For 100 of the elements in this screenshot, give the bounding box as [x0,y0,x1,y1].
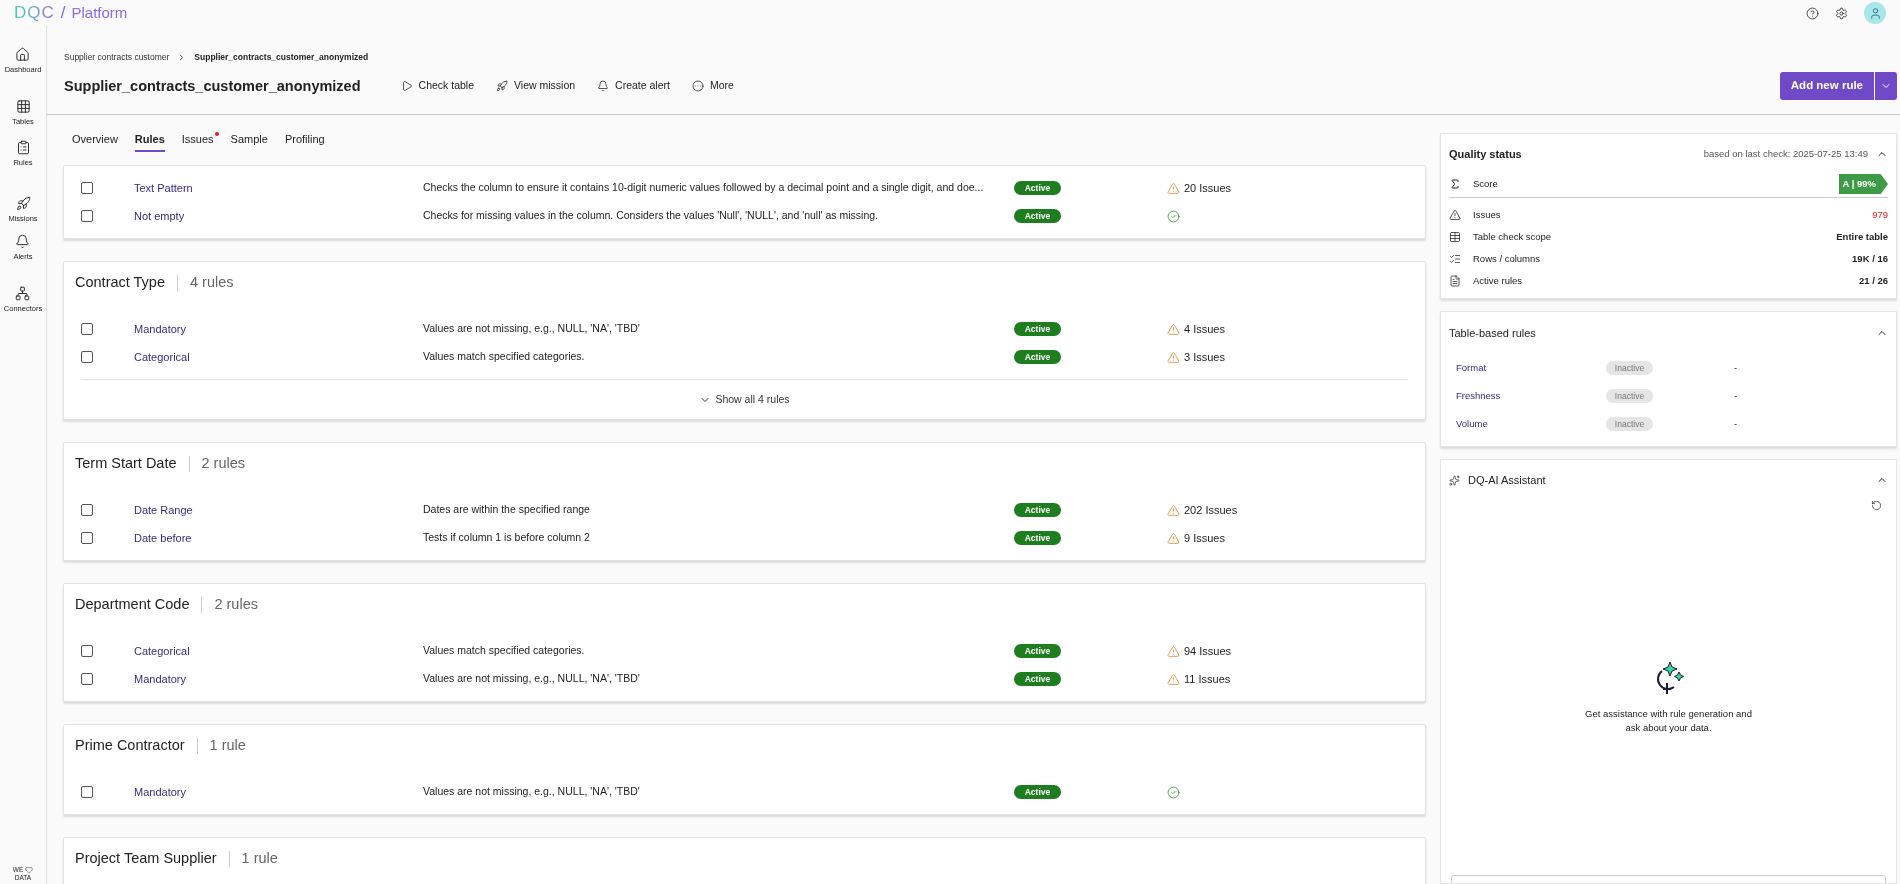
rule-description: Tests if column 1 is before column 2 [423,530,591,546]
rule-description: Values are not missing, e.g., NULL, 'NA', 'TBD' [423,321,641,337]
tab[interactable]: Overview [72,130,118,152]
rule-count: 1 rule [209,735,246,755]
section-title: Quality status [1449,146,1522,162]
checkbox[interactable] [81,673,93,685]
grid-icon [15,99,31,115]
section-title: DQ-AI Assistant [1468,472,1546,488]
status-badge: Inactive [1606,360,1653,376]
warning-icon [1167,181,1180,195]
help-icon[interactable] [1806,6,1819,20]
breadcrumb-current: Supplier_contracts_customer_anonymized [194,50,369,64]
check-circle-icon [1167,209,1180,223]
section-title: Table-based rules [1449,325,1536,341]
breadcrumb-link[interactable]: Supplier contracts customer [64,50,170,64]
warning-icon [1449,209,1461,221]
checkbox[interactable] [81,532,93,544]
rule-description: Values are not missing, e.g., NULL, 'NA', 'TBD' [423,671,641,687]
settings-icon[interactable] [1835,6,1848,20]
checkbox[interactable] [81,786,93,798]
issues-count: 4 Issues [1184,321,1225,337]
checkbox[interactable] [81,645,93,657]
rule-count: 2 rules [201,453,246,473]
toolbar-button[interactable]: More [691,78,734,94]
warning-icon [1167,350,1180,364]
rule-count: 1 rule [241,848,278,868]
status-badge: Inactive [1606,388,1653,404]
group-title: Project Team Supplier [75,848,217,868]
rocket-icon [15,195,31,211]
warning-icon [1167,672,1180,686]
rule-name-link[interactable]: Text Pattern [134,179,423,197]
warning-icon [1167,322,1180,336]
rule-name-link[interactable]: Volume [1456,416,1606,432]
rule-name-link[interactable]: Categorical [134,348,423,366]
rule-name-link[interactable]: Not empty [134,207,423,225]
avatar[interactable] [1864,2,1886,24]
rule-name-link[interactable]: Format [1456,360,1606,376]
checkbox[interactable] [81,504,93,516]
add-rule-button[interactable]: Add new rule [1779,72,1875,100]
status-badge: Active [1014,208,1061,224]
status-badge: Active [1014,180,1061,196]
checkbox[interactable] [81,351,93,363]
toolbar-button[interactable]: Check table [400,78,474,94]
rocket-icon [496,80,508,92]
metric-label: Rows / columns [1473,251,1541,266]
rule-name-link[interactable]: Freshness [1456,388,1606,404]
check-circle-icon [1167,785,1180,799]
tab[interactable]: Profiling [284,130,325,152]
rule-name-link[interactable]: Date before [134,529,423,547]
issues-count: 20 Issues [1184,180,1232,196]
issues-count: 3 Issues [1184,349,1225,365]
score-tag: A | 99% [1838,173,1888,195]
house-icon [15,47,31,62]
status-badge: Inactive [1606,416,1653,432]
issues-count: 9 Issues [1184,530,1225,546]
metric-value: Entire table [1836,229,1888,244]
tab[interactable]: Issues [181,130,214,152]
metric-label: Active rules [1473,273,1523,288]
nodes-icon [15,286,31,302]
checkbox[interactable] [81,323,93,335]
rule-name-link[interactable]: Categorical [134,642,423,660]
sigma-icon [1449,178,1461,190]
status-badge: Active [1014,643,1061,659]
metric-label: Score [1473,176,1498,191]
metric-label: Issues [1473,207,1501,222]
bell-icon [597,80,610,92]
show-all-button[interactable]: Show all 4 rules [699,391,790,408]
checkbox[interactable] [81,210,93,222]
metric-value: 19K / 16 [1852,251,1888,266]
rule-description: Checks for missing values in the column. Considers the values 'Null', 'NULL', and 'null' as missing. [423,208,879,224]
group-title: Department Code [75,594,190,614]
toolbar-button[interactable]: View mission [496,78,576,94]
rule-value: - [1734,360,1739,375]
group-title: Contract Type [75,272,165,292]
heart-icon [25,866,34,874]
rule-description: Values are not missing, e.g., NULL, 'NA', 'TBD' [423,784,641,800]
warning-icon [1167,644,1180,658]
warning-icon [1167,531,1180,545]
list-icon [1449,253,1461,265]
toolbar-button[interactable]: Create alert [597,78,670,94]
rule-name-link[interactable]: Mandatory [134,320,423,338]
assistant-message: Get assistance with rule generation and ask about your data. [1584,707,1753,735]
group-title: Term Start Date [75,453,177,473]
rule-name-link[interactable]: Mandatory [134,783,423,801]
tab[interactable]: Sample [230,130,268,152]
rule-value: - [1734,416,1739,431]
last-check-text: based on last check: 2025-07-25 13:49 [1703,146,1868,161]
rule-name-link[interactable]: Date Range [134,501,423,519]
reset-icon[interactable] [1871,500,1882,511]
metric-value: 979 [1872,207,1888,222]
rule-count: 4 rules [190,272,234,292]
rule-count: 2 rules [214,594,258,614]
tab[interactable]: Rules [134,130,165,152]
document-icon [1449,275,1461,287]
sparkle-icon [1449,474,1460,486]
rule-name-link[interactable]: Mandatory [134,670,423,688]
checkbox[interactable] [81,182,93,194]
warning-icon [1167,503,1180,517]
status-badge: Active [1014,321,1061,337]
rule-description: Dates are within the specified range [423,502,591,518]
